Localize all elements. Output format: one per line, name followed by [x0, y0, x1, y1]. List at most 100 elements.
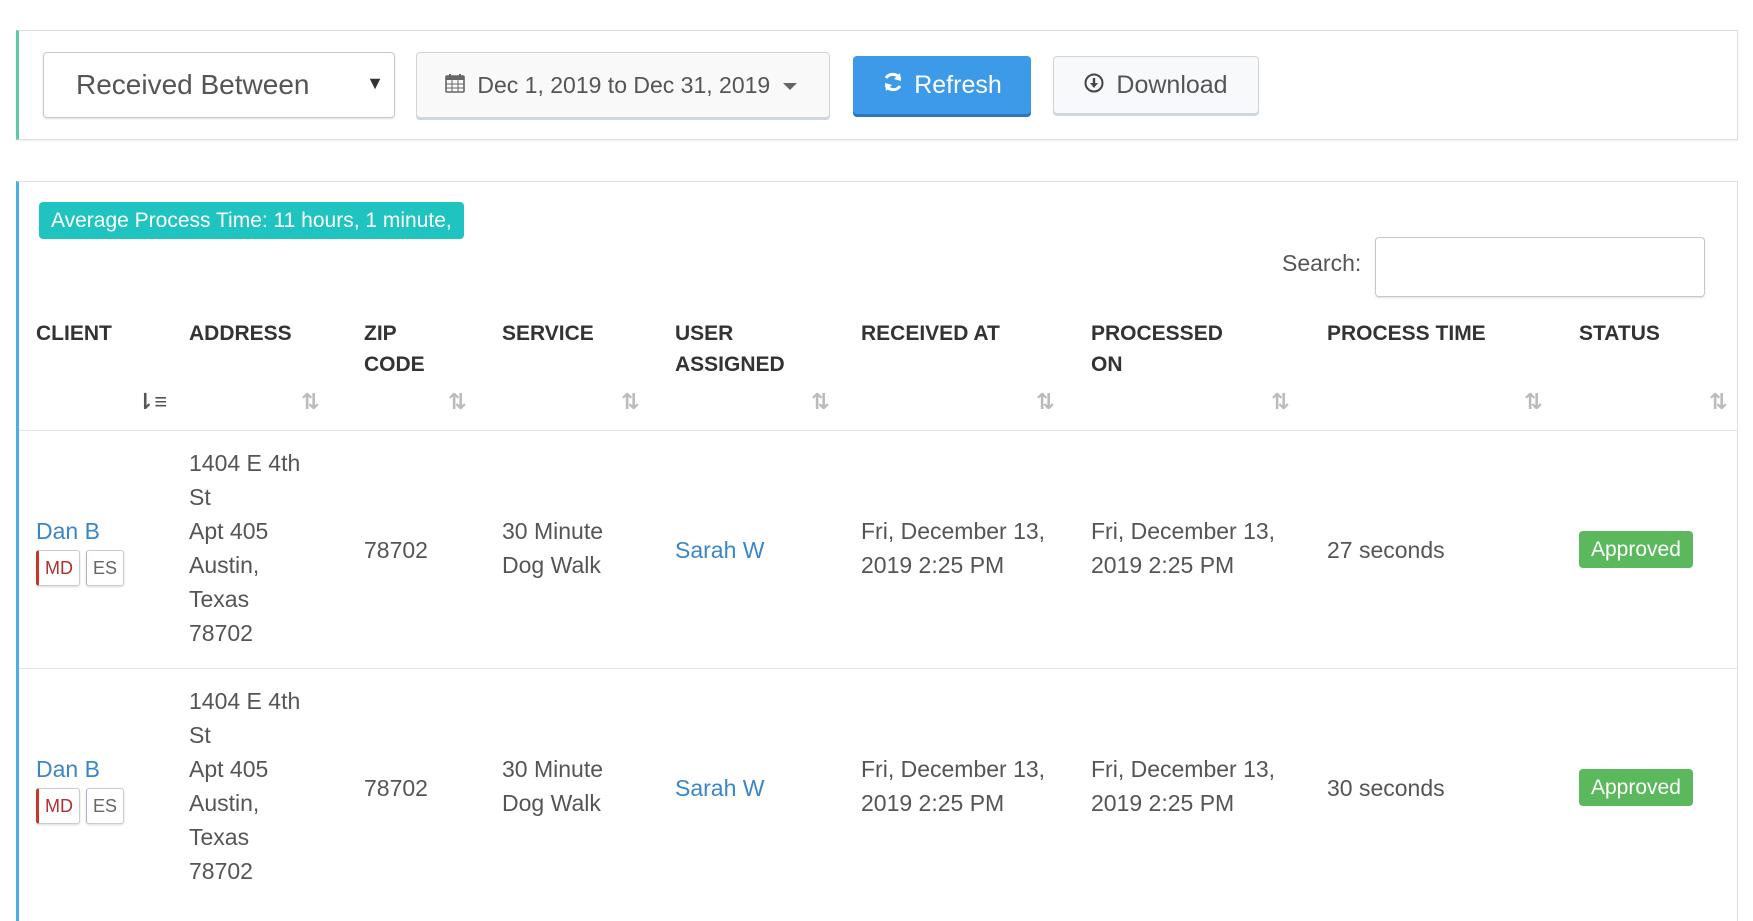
sort-icon: ⇅	[1709, 389, 1728, 414]
refresh-label: Refresh	[914, 70, 1002, 99]
col-header-received-label: Received At	[861, 322, 1000, 345]
col-header-user-label: User Assigned	[675, 322, 785, 376]
table-row: Dan B MD ES 1404 E 4th St Apt 405 Austin…	[19, 669, 1738, 907]
service-line: 30 Minute	[502, 518, 604, 544]
client-cell: Dan B MD ES	[36, 752, 125, 824]
sort-ascending-icon: ⇂≡	[136, 389, 168, 414]
service-line: Dog Walk	[502, 552, 601, 578]
received-line: 2019 2:25 PM	[861, 790, 1005, 816]
download-icon	[1084, 71, 1104, 100]
sort-icon: ⇅	[1036, 389, 1055, 414]
report-table-panel: Average Process Time: 11 hours, 1 minute…	[16, 181, 1738, 921]
col-header-address-label: Address	[189, 322, 292, 345]
address-line: St	[189, 722, 211, 748]
processed-on-cell: Fri, December 13, 2019 2:25 PM	[1091, 514, 1275, 582]
processed-line: 2019 2:25 PM	[1091, 790, 1235, 816]
sort-icon: ⇅	[1271, 389, 1290, 414]
service-cell: 30 Minute Dog Walk	[502, 514, 603, 582]
user-assigned-link[interactable]: Sarah W	[675, 775, 764, 801]
processed-on-cell: Fri, December 13, 2019 2:25 PM	[1091, 752, 1275, 820]
col-header-zip-code[interactable]: Zip Code ⇅	[364, 318, 469, 431]
address-line: 1404 E 4th	[189, 688, 301, 714]
sort-icon: ⇅	[621, 389, 640, 414]
processed-line: Fri, December 13,	[1091, 518, 1276, 544]
sort-icon: ⇅	[811, 389, 830, 414]
col-header-status-label: Status	[1579, 322, 1660, 345]
process-time-cell: 30 seconds	[1327, 775, 1445, 801]
date-type-select[interactable]: Received Between ▼	[43, 52, 395, 118]
status-badge: Approved	[1579, 769, 1693, 806]
chevron-down-icon: ▼	[366, 73, 384, 93]
zip-cell: 78702	[364, 775, 428, 801]
sort-icon: ⇅	[1524, 389, 1543, 414]
address-line: Texas	[189, 824, 250, 850]
sort-icon: ⇅	[448, 389, 467, 414]
col-header-user-assigned[interactable]: User Assigned ⇅	[675, 318, 835, 431]
status-badge: Approved	[1579, 531, 1693, 568]
calendar-icon	[445, 53, 465, 117]
address-line: Texas	[189, 586, 250, 612]
status-cell: Approved	[1579, 531, 1693, 568]
refresh-button[interactable]: Refresh	[853, 56, 1031, 114]
service-line: 30 Minute	[502, 756, 604, 782]
col-header-received-at[interactable]: Received At ⇅	[861, 318, 1061, 431]
col-header-process-time-label: Process Time	[1327, 322, 1486, 345]
client-cell: Dan B MD ES	[36, 514, 125, 586]
address-line: 78702	[189, 858, 253, 884]
service-cell: 30 Minute Dog Walk	[502, 752, 603, 820]
average-process-time-badge: Average Process Time: 11 hours, 1 minute…	[39, 202, 464, 239]
table-header-row: Client ⇂≡ Address ⇅ Zip Code ⇅ Service ⇅…	[19, 318, 1738, 431]
user-assigned-cell: Sarah W	[675, 533, 764, 567]
date-type-selected-value: Received Between	[76, 69, 310, 100]
address-cell: 1404 E 4th St Apt 405 Austin, Texas 7870…	[189, 684, 339, 888]
table-row: Dan B MD ES 1404 E 4th St Apt 405 Austin…	[19, 431, 1738, 669]
tag-md: MD	[36, 788, 80, 824]
date-range-value: Dec 1, 2019 to Dec 31, 2019	[477, 72, 771, 98]
col-header-status[interactable]: Status ⇅	[1579, 318, 1729, 431]
tag-es: ES	[86, 788, 125, 824]
client-tags: MD ES	[36, 550, 125, 586]
zip-cell: 78702	[364, 537, 428, 563]
address-line: Austin,	[189, 790, 260, 816]
col-header-process-time[interactable]: Process Time ⇅	[1327, 318, 1547, 431]
col-header-client-label: Client	[36, 322, 112, 345]
filter-panel: Received Between ▼ Dec 1, 2019 to Dec 31…	[16, 30, 1738, 140]
caret-down-icon	[782, 83, 797, 91]
client-link[interactable]: Dan B	[36, 518, 100, 544]
address-line: 78702	[189, 620, 253, 646]
col-header-zip-label: Zip Code	[364, 322, 425, 376]
user-assigned-link[interactable]: Sarah W	[675, 537, 764, 563]
col-header-processed-on[interactable]: Processed On ⇅	[1091, 318, 1291, 431]
tag-md: MD	[36, 550, 80, 586]
tag-es: ES	[86, 550, 125, 586]
address-cell: 1404 E 4th St Apt 405 Austin, Texas 7870…	[189, 446, 339, 650]
date-range-picker[interactable]: Dec 1, 2019 to Dec 31, 2019	[416, 52, 830, 118]
received-at-cell: Fri, December 13, 2019 2:25 PM	[861, 752, 1045, 820]
address-line: Apt 405	[189, 756, 269, 782]
received-line: 2019 2:25 PM	[861, 552, 1005, 578]
address-line: 1404 E 4th	[189, 450, 301, 476]
received-line: Fri, December 13,	[861, 518, 1046, 544]
col-header-address[interactable]: Address ⇅	[189, 318, 327, 431]
address-line: Austin,	[189, 552, 260, 578]
address-line: St	[189, 484, 211, 510]
col-header-service[interactable]: Service ⇅	[502, 318, 642, 431]
search-label: Search:	[1282, 250, 1362, 276]
address-line: Apt 405	[189, 518, 269, 544]
col-header-service-label: Service	[502, 322, 594, 345]
user-assigned-cell: Sarah W	[675, 771, 764, 805]
client-tags: MD ES	[36, 788, 125, 824]
service-line: Dog Walk	[502, 790, 601, 816]
download-label: Download	[1116, 70, 1228, 99]
status-cell: Approved	[1579, 769, 1693, 806]
received-line: Fri, December 13,	[861, 756, 1046, 782]
process-time-cell: 27 seconds	[1327, 537, 1445, 563]
col-header-client[interactable]: Client ⇂≡	[36, 318, 176, 431]
refresh-icon	[882, 71, 904, 100]
client-link[interactable]: Dan B	[36, 756, 100, 782]
col-header-processed-label: Processed On	[1091, 322, 1223, 376]
sort-icon: ⇅	[301, 389, 320, 414]
search-input[interactable]	[1375, 237, 1705, 297]
received-at-cell: Fri, December 13, 2019 2:25 PM	[861, 514, 1045, 582]
download-button[interactable]: Download	[1053, 56, 1259, 114]
